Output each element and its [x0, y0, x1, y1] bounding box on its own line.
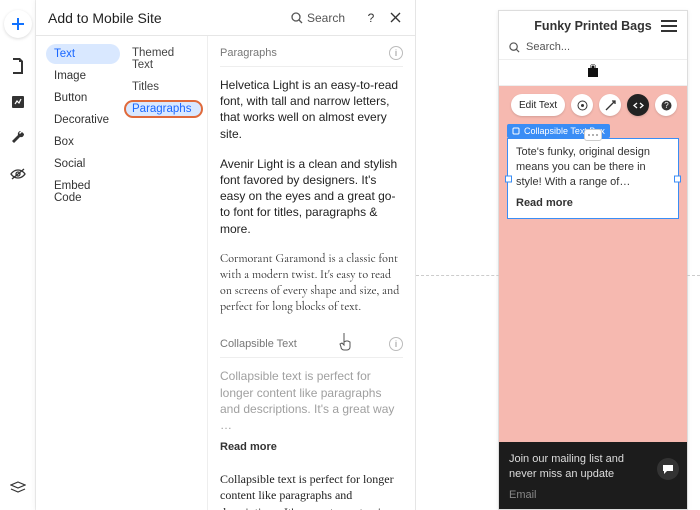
sample-helvetica[interactable]: Helvetica Light is an easy-to-read font,… — [220, 67, 403, 146]
drag-handle[interactable] — [584, 129, 602, 141]
menu-icon[interactable] — [661, 20, 677, 32]
mobile-footer: Join our mailing list and never miss an … — [499, 442, 687, 509]
preview-column: Paragraphs i Helvetica Light is an easy-… — [208, 36, 415, 510]
element-body-text: Tote's funky, original design means you … — [516, 145, 670, 190]
element-toolbar: Edit Text ? — [511, 94, 679, 116]
category-text[interactable]: Text — [46, 44, 120, 64]
subcat-themed-text[interactable]: Themed Text — [124, 44, 203, 74]
info-icon[interactable]: i — [389, 337, 403, 351]
section-collapsible-label: Collapsible Text — [220, 338, 297, 350]
sample-garamond[interactable]: Cormorant Garamond is a classic font wit… — [220, 241, 403, 320]
category-embed[interactable]: Embed Code — [46, 176, 120, 208]
svg-text:?: ? — [664, 101, 669, 110]
mobile-preview: Funky Printed Bags Search... Edit Text — [498, 10, 688, 510]
panel-search[interactable]: Search — [291, 11, 345, 25]
category-list: Text Image Button Decorative Box Social … — [36, 36, 120, 510]
category-image[interactable]: Image — [46, 66, 120, 86]
add-button[interactable] — [4, 10, 32, 38]
category-box[interactable]: Box — [46, 132, 120, 152]
subcat-titles[interactable]: Titles — [124, 78, 203, 96]
help-icon[interactable]: ? — [363, 10, 379, 26]
animation-button[interactable] — [599, 94, 621, 116]
section-paragraphs: Paragraphs i — [220, 36, 403, 67]
bag-icon — [587, 64, 599, 78]
pages-icon[interactable] — [6, 54, 30, 78]
help-button[interactable]: ? — [655, 94, 677, 116]
editor-stage: Funky Printed Bags Search... Edit Text — [416, 0, 700, 510]
panel-title: Add to Mobile Site — [48, 10, 162, 26]
mobile-site-title: Funky Printed Bags — [525, 19, 661, 33]
mobile-search-placeholder: Search... — [526, 41, 570, 53]
sample-avenir[interactable]: Avenir Light is a clean and stylish font… — [220, 146, 403, 241]
tools-icon[interactable] — [6, 126, 30, 150]
category-button[interactable]: Button — [46, 88, 120, 108]
cart-bar[interactable] — [499, 59, 687, 86]
mobile-canvas[interactable]: Edit Text ? Collapsibl — [499, 86, 687, 442]
email-field-label[interactable]: Email — [509, 489, 677, 501]
subcat-paragraphs[interactable]: Paragraphs — [124, 100, 203, 118]
category-social[interactable]: Social — [46, 154, 120, 174]
code-button[interactable] — [627, 94, 649, 116]
panel-search-label: Search — [307, 11, 345, 25]
subcategory-list: Themed Text Titles Paragraphs — [120, 36, 208, 510]
mobile-search[interactable]: Search... — [509, 39, 677, 55]
left-tool-rail — [0, 0, 36, 510]
add-panel: Add to Mobile Site Search ? Text Image B… — [36, 0, 416, 510]
design-icon[interactable] — [6, 90, 30, 114]
section-collapsible: Collapsible Text i — [220, 327, 403, 358]
layers-icon[interactable] — [6, 476, 30, 500]
sample-collapsible-1[interactable]: Collapsible text is perfect for longer c… — [220, 358, 403, 437]
sample-collapsible-1-action[interactable]: Read more — [220, 437, 403, 461]
sample-collapsible-2[interactable]: Collapsible text is perfect for longer c… — [220, 461, 403, 510]
selected-element[interactable]: Tote's funky, original design means you … — [507, 138, 679, 219]
element-read-more[interactable]: Read more — [516, 196, 670, 211]
close-icon[interactable] — [387, 10, 403, 26]
panel-header: Add to Mobile Site Search ? — [36, 0, 415, 36]
footer-text: Join our mailing list and never miss an … — [509, 452, 677, 481]
design-button[interactable] — [571, 94, 593, 116]
category-decorative[interactable]: Decorative — [46, 110, 120, 130]
hide-icon[interactable] — [6, 162, 30, 186]
edit-text-button[interactable]: Edit Text — [511, 94, 565, 116]
info-icon[interactable]: i — [389, 46, 403, 60]
section-paragraphs-label: Paragraphs — [220, 47, 277, 59]
